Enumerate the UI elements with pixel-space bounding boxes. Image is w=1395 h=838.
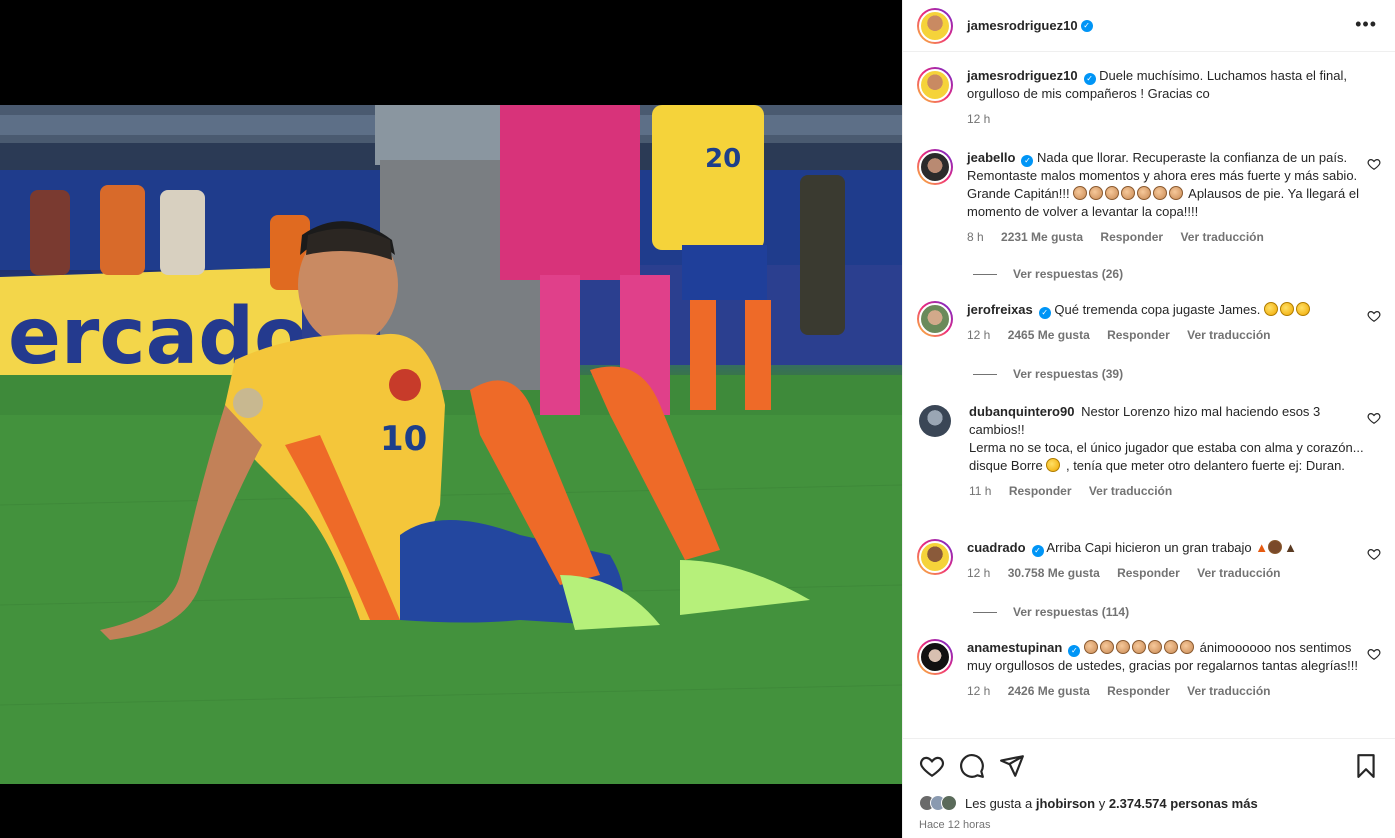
view-replies-button[interactable]: Ver respuestas (114) (973, 605, 1129, 619)
like-comment-heart-icon[interactable] (1367, 309, 1381, 323)
clapping-hands-icon (1131, 640, 1146, 654)
comment-likes[interactable]: 2465 Me gusta (1008, 328, 1090, 342)
comment-likes[interactable]: 2426 Me gusta (1008, 684, 1090, 698)
reply-button[interactable]: Responder (1107, 328, 1170, 342)
clapping-hands-icon (1115, 640, 1130, 654)
comment-item: jeabello ✓ Nada que llorar. Recuperaste l… (917, 149, 1381, 245)
save-bookmark-icon[interactable] (1353, 753, 1379, 779)
caption-avatar[interactable] (917, 67, 953, 103)
clapping-hands-icon (1137, 186, 1152, 200)
like-comment-heart-icon[interactable] (1367, 547, 1381, 561)
post-header: jamesrodriguez10 ✓ ••• (903, 0, 1395, 52)
likes-connector: y (1098, 795, 1106, 811)
comment-username[interactable]: cuadrado (967, 540, 1026, 555)
translate-button[interactable]: Ver traducción (1197, 566, 1280, 580)
clapping-hands-icon (1073, 186, 1088, 200)
verified-icon: ✓ (1083, 73, 1096, 85)
caption-username[interactable]: jamesrodriguez10 (967, 68, 1078, 83)
commenter-avatar[interactable] (917, 149, 953, 185)
reply-button[interactable]: Responder (1117, 566, 1180, 580)
praying-hands-icon: ▲ (1284, 540, 1298, 555)
verified-icon: ✓ (1021, 155, 1034, 167)
comment-item: dubanquintero90 Nestor Lorenzo hizo mal … (917, 403, 1381, 499)
view-replies-button[interactable]: Ver respuestas (26) (973, 267, 1123, 281)
author-username[interactable]: jamesrodriguez10 (967, 18, 1078, 33)
flexed-biceps-icon (1268, 540, 1283, 554)
share-send-icon[interactable] (999, 753, 1025, 779)
comment-text: Arriba Capi hicieron un gran trabajo (1046, 540, 1252, 555)
comment-time: 8 h (967, 230, 984, 244)
comment-likes[interactable]: 30.758 Me gusta (1008, 566, 1100, 580)
comment-item: cuadrado ✓ Arriba Capi hicieron un gran t… (917, 539, 1381, 581)
clapping-hands-icon (1105, 186, 1120, 200)
translate-button[interactable]: Ver traducción (1187, 684, 1270, 698)
thumbs-down-icon (1046, 458, 1061, 472)
like-heart-icon[interactable] (919, 753, 945, 779)
more-options-icon[interactable]: ••• (1355, 14, 1377, 35)
post-media: ercado libre 20 10 (0, 0, 902, 838)
comment-time: 12 h (967, 566, 991, 580)
translate-button[interactable]: Ver traducción (1187, 328, 1270, 342)
caption: jamesrodriguez10 ✓ Duele muchísimo. Lucha… (917, 67, 1381, 127)
comment-username[interactable]: jeabello (967, 150, 1015, 165)
reply-button[interactable]: Responder (1100, 230, 1163, 244)
verified-icon: ✓ (1068, 645, 1081, 657)
clapping-hands-icon (1179, 640, 1194, 654)
post-photo[interactable]: ercado libre 20 10 (0, 105, 902, 784)
jersey-number: 10 (380, 419, 427, 459)
comment-time: 12 h (967, 328, 991, 342)
clapping-hands-icon (1083, 640, 1098, 654)
likes-prefix: Les gusta a (965, 795, 1033, 811)
comment-text-continued: , tenía que meter otro delantero fuerte … (1065, 458, 1345, 473)
translate-button[interactable]: Ver traducción (1089, 484, 1172, 498)
back-jersey-number: 20 (705, 144, 741, 174)
verified-icon: ✓ (1038, 307, 1051, 319)
reply-button[interactable]: Responder (1107, 684, 1170, 698)
comment-time: 11 h (969, 484, 992, 498)
like-comment-heart-icon[interactable] (1367, 647, 1381, 661)
clapping-hands-icon (1169, 186, 1184, 200)
liker-avatar (941, 795, 957, 811)
comment-text: Qué tremenda copa jugaste James. (1054, 302, 1261, 317)
clapping-hands-icon (1279, 302, 1294, 316)
clapping-hands-icon (1163, 640, 1178, 654)
comment-username[interactable]: anamestupinan (967, 640, 1062, 655)
likes-summary[interactable]: Les gusta a jhobirson y 2.374.574 person… (919, 795, 1258, 811)
like-comment-heart-icon[interactable] (1367, 157, 1381, 171)
comment-username[interactable]: dubanquintero90 (969, 404, 1074, 419)
verified-icon: ✓ (1080, 19, 1093, 32)
like-comment-heart-icon[interactable] (1367, 411, 1381, 425)
clapping-hands-icon (1099, 640, 1114, 654)
caption-time: 12 h (967, 112, 991, 126)
liked-by-user[interactable]: jhobirson (1036, 796, 1095, 811)
verified-icon: ✓ (1031, 545, 1044, 557)
clapping-hands-icon (1121, 186, 1136, 200)
post-time: Hace 12 horas (919, 819, 991, 831)
photo-illustration: ercado libre 20 10 (0, 105, 902, 784)
comment-likes[interactable]: 2231 Me gusta (1001, 230, 1083, 244)
post-actions: Les gusta a jhobirson y 2.374.574 person… (903, 738, 1395, 838)
clapping-hands-icon (1153, 186, 1168, 200)
fire-icon: ▲ (1255, 540, 1269, 555)
clapping-hands-icon (1295, 302, 1310, 316)
reply-button[interactable]: Responder (1009, 484, 1072, 498)
clapping-hands-icon (1147, 640, 1162, 654)
comment-bubble-icon[interactable] (959, 753, 985, 779)
commenter-avatar[interactable] (919, 405, 951, 437)
view-replies-button[interactable]: Ver respuestas (39) (973, 367, 1123, 381)
likes-count[interactable]: 2.374.574 personas más (1109, 796, 1258, 811)
comment-username[interactable]: jerofreixas (967, 302, 1033, 317)
clapping-hands-icon (1089, 186, 1104, 200)
commenter-avatar[interactable] (917, 639, 953, 675)
comment-item: anamestupinan ✓ ánimoooooo nos sentimos m… (917, 639, 1381, 699)
comment-time: 12 h (967, 684, 991, 698)
comment-item: jerofreixas ✓ Qué tremenda copa jugaste J… (917, 301, 1381, 343)
comments-list[interactable]: jamesrodriguez10 ✓ Duele muchísimo. Lucha… (903, 53, 1395, 738)
commenter-avatar[interactable] (917, 301, 953, 337)
post-side-panel: jamesrodriguez10 ✓ ••• jamesrodriguez10 ✓… (902, 0, 1395, 838)
commenter-avatar[interactable] (917, 539, 953, 575)
clapping-hands-icon (1263, 302, 1278, 316)
translate-button[interactable]: Ver traducción (1180, 230, 1263, 244)
author-avatar[interactable] (917, 7, 953, 44)
